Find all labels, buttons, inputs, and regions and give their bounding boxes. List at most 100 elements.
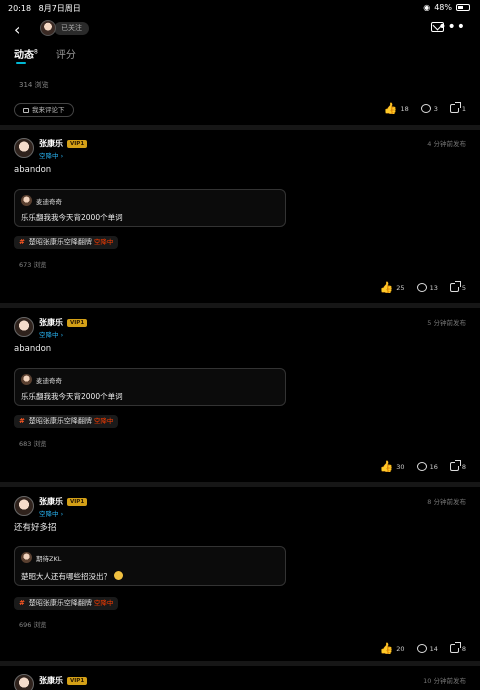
- post-author[interactable]: 张康乐 VIP1: [39, 675, 88, 686]
- quote-text: 乐乐翻我我今天背2000个单词: [21, 392, 123, 401]
- vip-badge: VIP1: [67, 140, 88, 148]
- vip-badge: VIP1: [67, 498, 88, 506]
- share-button[interactable]: 5: [449, 281, 466, 292]
- share-count: 1: [461, 104, 466, 113]
- thumbs-up-icon: 👍: [379, 642, 394, 655]
- tab-ratings[interactable]: 评分: [56, 46, 76, 61]
- post-actions: 👍 20 14 8: [380, 642, 466, 654]
- back-icon[interactable]: ‹: [14, 20, 20, 39]
- post-views: 683 浏览: [19, 440, 47, 448]
- like-button[interactable]: 👍 18: [384, 103, 409, 114]
- quote-avatar: [21, 195, 32, 206]
- comment-icon: [416, 644, 427, 653]
- post-card[interactable]: 张康乐 VIP1 空降中 › 4 分钟前发布 abandon 麦迪奇奇 乐乐翻我我…: [0, 130, 480, 303]
- author-name: 张康乐: [39, 497, 63, 506]
- share-icon: [449, 281, 461, 292]
- comment-button[interactable]: 14: [416, 644, 438, 653]
- tab-dynamics-label: 动态: [14, 50, 34, 61]
- avatar[interactable]: [14, 317, 34, 337]
- live-status[interactable]: 空降中 ›: [39, 150, 63, 160]
- divider: [0, 303, 480, 308]
- divider: [0, 661, 480, 666]
- hashtag-icon: #: [19, 599, 25, 607]
- like-count: 30: [396, 462, 405, 471]
- live-status-label: 空降中: [39, 331, 59, 339]
- post-text: abandon: [14, 344, 52, 354]
- like-button[interactable]: 👍 30: [380, 461, 405, 472]
- thumbs-up-icon: 👍: [379, 281, 394, 294]
- post-actions: 👍 30 16 8: [380, 460, 466, 472]
- post-actions: 👍 25 13 5: [380, 281, 466, 293]
- share-icon: [449, 642, 461, 653]
- topic-tag[interactable]: # 楚昭张康乐空降翻牌 空降中: [14, 236, 119, 249]
- follow-status-pill[interactable]: 已关注: [54, 22, 89, 35]
- thumbs-up-icon: 👍: [379, 460, 394, 473]
- topic-label: 楚昭张康乐空降翻牌: [28, 599, 92, 607]
- avatar[interactable]: [14, 138, 34, 158]
- post-card[interactable]: 张康乐 VIP1 10 分钟前发布: [0, 667, 480, 690]
- hashtag-icon: #: [19, 238, 25, 246]
- post-author[interactable]: 张康乐 VIP1: [39, 496, 88, 507]
- wifi-icon: ◉: [423, 3, 431, 12]
- status-time: 20:18: [8, 4, 32, 13]
- quote-author: 麦迪奇奇: [36, 198, 62, 206]
- live-status-label: 空降中: [39, 152, 59, 160]
- hashtag-icon: #: [19, 417, 25, 425]
- battery-percent: 48%: [434, 3, 452, 12]
- tab-dynamics-count: 8: [34, 48, 38, 56]
- topic-tag[interactable]: # 楚昭张康乐空降翻牌 空降中: [14, 597, 119, 610]
- comment-icon: [416, 462, 427, 471]
- live-status-label: 空降中: [39, 510, 59, 518]
- author-name: 张康乐: [39, 139, 63, 148]
- share-button[interactable]: 8: [449, 642, 466, 653]
- quote-text: 楚昭大人还有哪些招没出？: [21, 571, 123, 582]
- tab-dynamics[interactable]: 动态8: [14, 46, 38, 64]
- post-card[interactable]: 张康乐 VIP1 空降中 › 5 分钟前发布 abandon 麦迪奇奇 乐乐翻我我…: [0, 309, 480, 482]
- tab-ratings-label: 评分: [55, 50, 76, 61]
- topic-tag[interactable]: # 楚昭张康乐空降翻牌 空降中: [14, 415, 119, 428]
- quoted-comment[interactable]: 麦迪奇奇 乐乐翻我我今天背2000个单词: [14, 368, 286, 406]
- like-button[interactable]: 👍 25: [380, 282, 405, 293]
- post-author[interactable]: 张康乐 VIP1: [39, 317, 88, 328]
- comment-button[interactable]: 13: [416, 283, 438, 292]
- post-actions: 👍 18 3 1: [384, 102, 466, 114]
- tab-active-indicator: [16, 62, 26, 64]
- quoted-comment[interactable]: 麦迪奇奇 乐乐翻我我今天背2000个单词: [14, 189, 286, 227]
- quote-avatar: [21, 552, 32, 563]
- reply-label: 我来评论下: [32, 106, 65, 114]
- status-right: ◉ 48%: [423, 3, 470, 12]
- quoted-comment[interactable]: 期待ZKL 楚昭大人还有哪些招没出？: [14, 546, 286, 586]
- avatar[interactable]: [40, 20, 56, 36]
- avatar[interactable]: [14, 496, 34, 516]
- share-button[interactable]: 1: [449, 102, 466, 113]
- topic-status: 空降中: [93, 599, 114, 607]
- comment-count: 13: [429, 283, 438, 292]
- quote-author: 麦迪奇奇: [36, 377, 62, 385]
- thumbs-up-icon: 👍: [383, 102, 398, 115]
- comment-count: 14: [429, 644, 438, 653]
- like-count: 25: [396, 283, 405, 292]
- live-status[interactable]: 空降中 ›: [39, 508, 63, 518]
- like-count: 18: [400, 104, 409, 113]
- more-icon[interactable]: •••: [438, 19, 466, 35]
- live-status[interactable]: 空降中 ›: [39, 329, 63, 339]
- share-icon: [449, 460, 461, 471]
- post-time: 4 分钟前发布: [427, 140, 466, 148]
- post-author[interactable]: 张康乐 VIP1: [39, 138, 88, 149]
- top-post-card: 314 浏览 我来评论下 👍 18 3 1: [0, 72, 480, 124]
- reply-button[interactable]: 我来评论下: [14, 103, 74, 117]
- topic-label: 楚昭张康乐空降翻牌: [28, 417, 92, 425]
- like-button[interactable]: 👍 20: [380, 643, 405, 654]
- avatar[interactable]: [14, 674, 34, 690]
- tab-bar: 动态8 评分: [14, 46, 76, 64]
- topic-status: 空降中: [93, 417, 114, 425]
- topic-status: 空降中: [93, 238, 114, 246]
- like-count: 20: [396, 644, 405, 653]
- comment-button[interactable]: 16: [416, 462, 438, 471]
- post-card[interactable]: 张康乐 VIP1 空降中 › 8 分钟前发布 还有好多招 期待ZKL 楚昭大人还有…: [0, 488, 480, 661]
- comment-button[interactable]: 3: [420, 104, 438, 113]
- share-button[interactable]: 8: [449, 460, 466, 471]
- author-name: 张康乐: [39, 318, 63, 327]
- post-time: 10 分钟前发布: [423, 677, 466, 685]
- quote-text: 乐乐翻我我今天背2000个单词: [21, 213, 123, 222]
